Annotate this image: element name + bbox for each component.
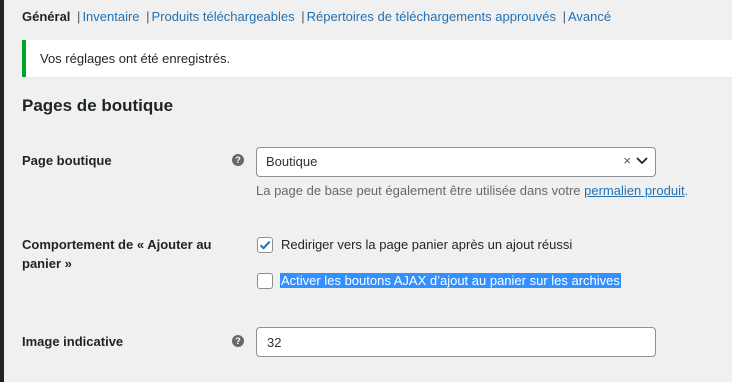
tab-separator: | xyxy=(301,9,305,24)
help-icon[interactable]: ? xyxy=(232,154,244,166)
product-permalink-link[interactable]: permalien produit xyxy=(584,183,684,198)
admin-edge-bar xyxy=(0,0,4,382)
placeholder-image-input[interactable]: 32 xyxy=(256,327,656,357)
shop-page-select[interactable]: Boutique × xyxy=(256,147,656,177)
shop-page-label: Page boutique xyxy=(22,153,112,168)
success-notice-text: Vos réglages ont été enregistrés. xyxy=(40,51,231,66)
settings-tabs: Général | Inventaire | Produits télécharge… xyxy=(22,9,611,24)
tab-general[interactable]: Général xyxy=(22,9,70,24)
tab-advanced[interactable]: Avancé xyxy=(568,9,611,24)
tab-separator: | xyxy=(562,9,566,24)
tab-approved-download-directories[interactable]: Répertoires de téléchargements approuvés xyxy=(307,9,556,24)
placeholder-image-value: 32 xyxy=(267,335,282,350)
add-to-cart-label-line2: panier » xyxy=(22,256,72,271)
checkmark-icon xyxy=(259,240,271,250)
success-notice: Vos réglages ont été enregistrés. xyxy=(22,40,732,77)
redirect-to-cart-label[interactable]: Rediriger vers la page panier après un a… xyxy=(281,237,572,252)
shop-page-select-value: Boutique xyxy=(266,154,318,169)
tab-downloadable-products[interactable]: Produits téléchargeables xyxy=(152,9,295,24)
section-title: Pages de boutique xyxy=(22,96,174,115)
shop-page-description: La page de base peut également être util… xyxy=(256,183,688,198)
ajax-add-to-cart-checkbox[interactable] xyxy=(257,273,273,289)
help-icon[interactable]: ? xyxy=(232,335,244,347)
chevron-down-icon[interactable] xyxy=(636,157,648,165)
shop-page-description-suffix: . xyxy=(684,183,689,198)
add-to-cart-label-line1: Comportement de « Ajouter au xyxy=(22,237,212,252)
clear-selection-icon[interactable]: × xyxy=(623,153,631,168)
redirect-to-cart-checkbox[interactable] xyxy=(257,237,273,253)
ajax-add-to-cart-label[interactable]: Activer les boutons AJAX d’ajout au pani… xyxy=(280,273,621,288)
tab-inventory[interactable]: Inventaire xyxy=(82,9,139,24)
tab-separator: | xyxy=(146,9,150,24)
shop-page-description-text: La page de base peut également être util… xyxy=(256,183,585,198)
placeholder-image-label: Image indicative xyxy=(22,334,124,349)
tab-separator: | xyxy=(77,9,81,24)
